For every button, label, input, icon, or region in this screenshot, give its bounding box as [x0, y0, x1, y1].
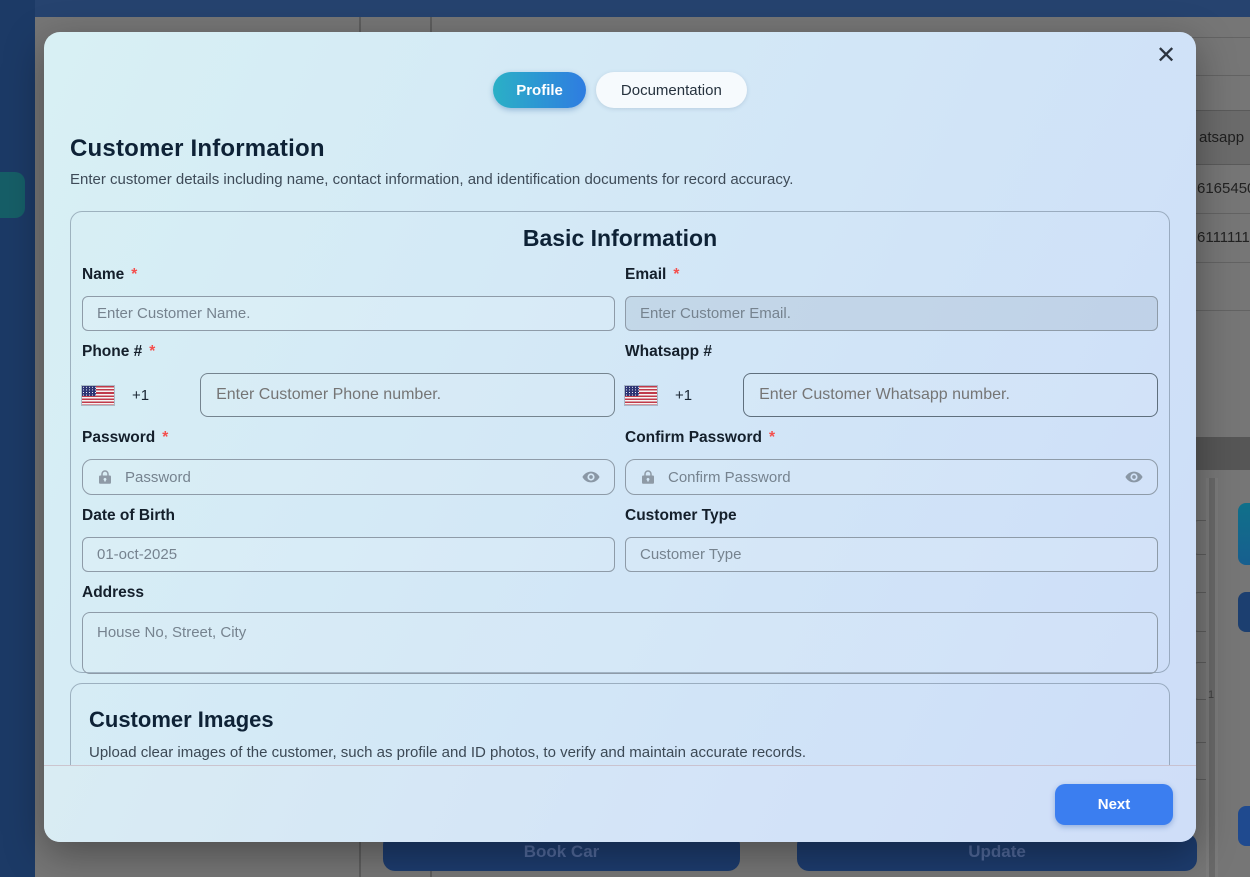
us-flag-icon: [82, 386, 114, 405]
phone-input[interactable]: [200, 373, 615, 417]
whatsapp-country-selector[interactable]: +1: [625, 386, 692, 405]
basic-information-title: Basic Information: [82, 225, 1158, 252]
customer-type-field: Customer Type: [625, 507, 1158, 572]
email-input[interactable]: [625, 296, 1158, 331]
lock-icon: [639, 468, 657, 486]
customer-type-label-text: Customer Type: [625, 507, 737, 525]
modal-footer: Next: [44, 765, 1196, 842]
book-car-label: Book Car: [524, 842, 600, 862]
show-password-eye-icon[interactable]: [581, 467, 601, 487]
customer-images-title: Customer Images: [89, 707, 1151, 733]
address-field: Address: [82, 584, 1158, 679]
bg-scroll-mark: 1: [1208, 689, 1214, 701]
customer-images-card: Customer Images Upload clear images of t…: [70, 683, 1170, 765]
bg-scrollbar-thumb: [1209, 478, 1215, 877]
customer-modal: ✕ Profile Documentation Customer Informa…: [44, 32, 1196, 842]
confirm-password-input[interactable]: [668, 469, 1113, 486]
basic-information-card: Basic Information Name * Email *: [70, 211, 1170, 673]
name-input[interactable]: [82, 296, 615, 331]
customer-type-input[interactable]: [625, 537, 1158, 572]
name-field: Name *: [82, 266, 615, 331]
email-field: Email *: [625, 266, 1158, 331]
whatsapp-field: Whatsapp # +1: [625, 343, 1158, 417]
confirm-password-field: Confirm Password *: [625, 429, 1158, 495]
close-icon[interactable]: ✕: [1152, 42, 1180, 70]
phone-label: Phone # *: [82, 343, 615, 361]
app-sidebar: [0, 0, 35, 877]
confirm-password-label-text: Confirm Password: [625, 429, 762, 447]
customer-type-label: Customer Type: [625, 507, 1158, 525]
name-label: Name *: [82, 266, 615, 284]
phone-field: Phone # * +1: [82, 343, 615, 417]
us-flag-icon: [625, 386, 657, 405]
page-title: Customer Information: [70, 135, 1170, 163]
lock-icon: [96, 468, 114, 486]
phone-country-selector[interactable]: +1: [82, 386, 149, 405]
password-label: Password *: [82, 429, 615, 447]
update-label: Update: [968, 842, 1026, 862]
required-asterisk: *: [131, 266, 137, 284]
page-subtitle: Enter customer details including name, c…: [70, 171, 1170, 188]
address-label-text: Address: [82, 584, 144, 602]
dob-label-text: Date of Birth: [82, 507, 175, 525]
app-topbar: [35, 0, 1250, 17]
customer-images-subtitle: Upload clear images of the customer, suc…: [89, 744, 1151, 761]
sidebar-active-item: [0, 172, 25, 218]
dob-field: Date of Birth: [82, 507, 615, 572]
phone-label-text: Phone #: [82, 343, 142, 361]
required-asterisk: *: [149, 343, 155, 361]
next-button[interactable]: Next: [1055, 784, 1173, 825]
show-confirm-password-eye-icon[interactable]: [1124, 467, 1144, 487]
confirm-password-label: Confirm Password *: [625, 429, 1158, 447]
phone-dial-code: +1: [132, 387, 149, 404]
modal-body: Profile Documentation Customer Informati…: [44, 32, 1196, 765]
bg-chip-blue: [1238, 806, 1250, 846]
whatsapp-dial-code: +1: [675, 387, 692, 404]
bg-chip-navy: [1238, 592, 1250, 632]
tab-documentation[interactable]: Documentation: [596, 72, 747, 108]
name-label-text: Name: [82, 266, 124, 284]
email-label: Email *: [625, 266, 1158, 284]
bg-chip-teal: [1238, 503, 1250, 565]
bg-table-cell: 6111111: [1197, 229, 1250, 246]
whatsapp-input[interactable]: [743, 373, 1158, 417]
required-asterisk: *: [673, 266, 679, 284]
modal-tabs: Profile Documentation: [70, 72, 1170, 108]
password-label-text: Password: [82, 429, 155, 447]
email-label-text: Email: [625, 266, 666, 284]
required-asterisk: *: [162, 429, 168, 447]
password-field: Password *: [82, 429, 615, 495]
password-input[interactable]: [125, 469, 570, 486]
tab-profile[interactable]: Profile: [493, 72, 586, 108]
bg-table-header-whatsapp: atsapp: [1199, 129, 1244, 146]
dob-label: Date of Birth: [82, 507, 615, 525]
required-asterisk: *: [769, 429, 775, 447]
address-label: Address: [82, 584, 1158, 602]
dob-input[interactable]: [82, 537, 615, 572]
address-textarea[interactable]: [82, 612, 1158, 674]
whatsapp-label-text: Whatsapp #: [625, 343, 712, 361]
bg-table-cell: 6165450: [1197, 180, 1250, 197]
whatsapp-label: Whatsapp #: [625, 343, 1158, 361]
